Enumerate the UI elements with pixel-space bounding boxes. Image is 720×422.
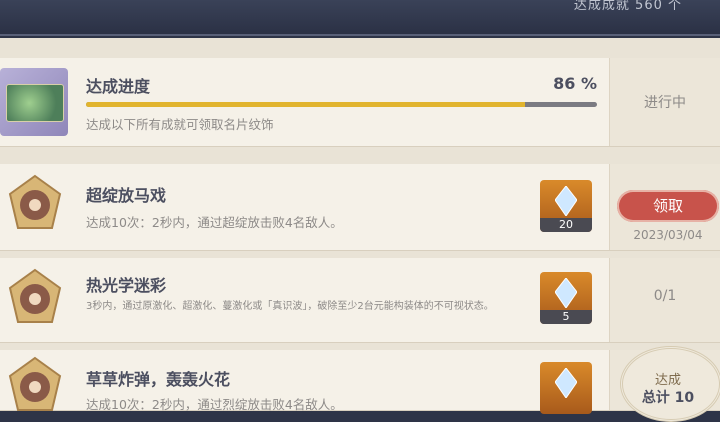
achievement-badge-icon — [8, 356, 62, 411]
progress-card: 达成进度 86 % 达成以下所有成就可领取名片纹饰 进行中 — [0, 58, 720, 146]
primogem-icon — [555, 278, 577, 308]
completion-date: 2023/03/04 — [633, 228, 703, 242]
namecard-icon — [0, 68, 68, 136]
achievement-title: 草草炸弹，轰轰火花 — [86, 370, 231, 389]
progress-description: 达成以下所有成就可领取名片纹饰 — [86, 117, 274, 132]
stamp-label: 达成 — [654, 373, 681, 388]
achievement-title: 热光学迷彩 — [86, 276, 167, 295]
reward-count: 5 — [540, 310, 592, 324]
achievement-description: 3秒内，通过原激化、超激化、蔓激化或「真识波」，破除至少2台元能构装体的不可视状… — [86, 301, 494, 312]
achievement-badge-icon — [8, 174, 62, 229]
primogem-icon — [555, 186, 577, 216]
stamp-total: 总计 10 — [641, 390, 695, 406]
primogem-icon — [555, 368, 577, 398]
progress-status: 进行中 — [644, 95, 686, 111]
progress-bar — [86, 102, 597, 107]
achievement-row: 草草炸弹，轰轰火花 达成10次：2秒内，通过烈绽放击败4名敌人。 — [0, 350, 720, 414]
reward-item: 20 — [540, 180, 592, 232]
progress-percent: 86 % — [553, 74, 597, 93]
achievement-progress: 0/1 — [653, 288, 677, 304]
achievement-row: 超绽放马戏 达成10次：2秒内，通过超绽放击败4名敌人。 20 领取 2023/… — [0, 164, 720, 250]
claim-button[interactable]: 领取 — [617, 190, 719, 222]
achievement-count-text: 达成成就 560 个 — [573, 0, 682, 13]
top-bar: 达成成就 560 个 — [0, 0, 720, 36]
achievement-title: 超绽放马戏 — [86, 186, 167, 205]
achievement-row: 热光学迷彩 3秒内，通过原激化、超激化、蔓激化或「真识波」，破除至少2台元能构装… — [0, 258, 720, 342]
reward-item — [540, 362, 592, 414]
progress-bar-fill — [86, 102, 526, 107]
achievement-badge-icon — [8, 268, 62, 323]
achievement-description: 达成10次：2秒内，通过超绽放击败4名敌人。 — [86, 215, 343, 230]
reward-count: 20 — [540, 218, 592, 232]
progress-title: 达成进度 — [86, 77, 151, 96]
reward-item: 5 — [540, 272, 592, 324]
